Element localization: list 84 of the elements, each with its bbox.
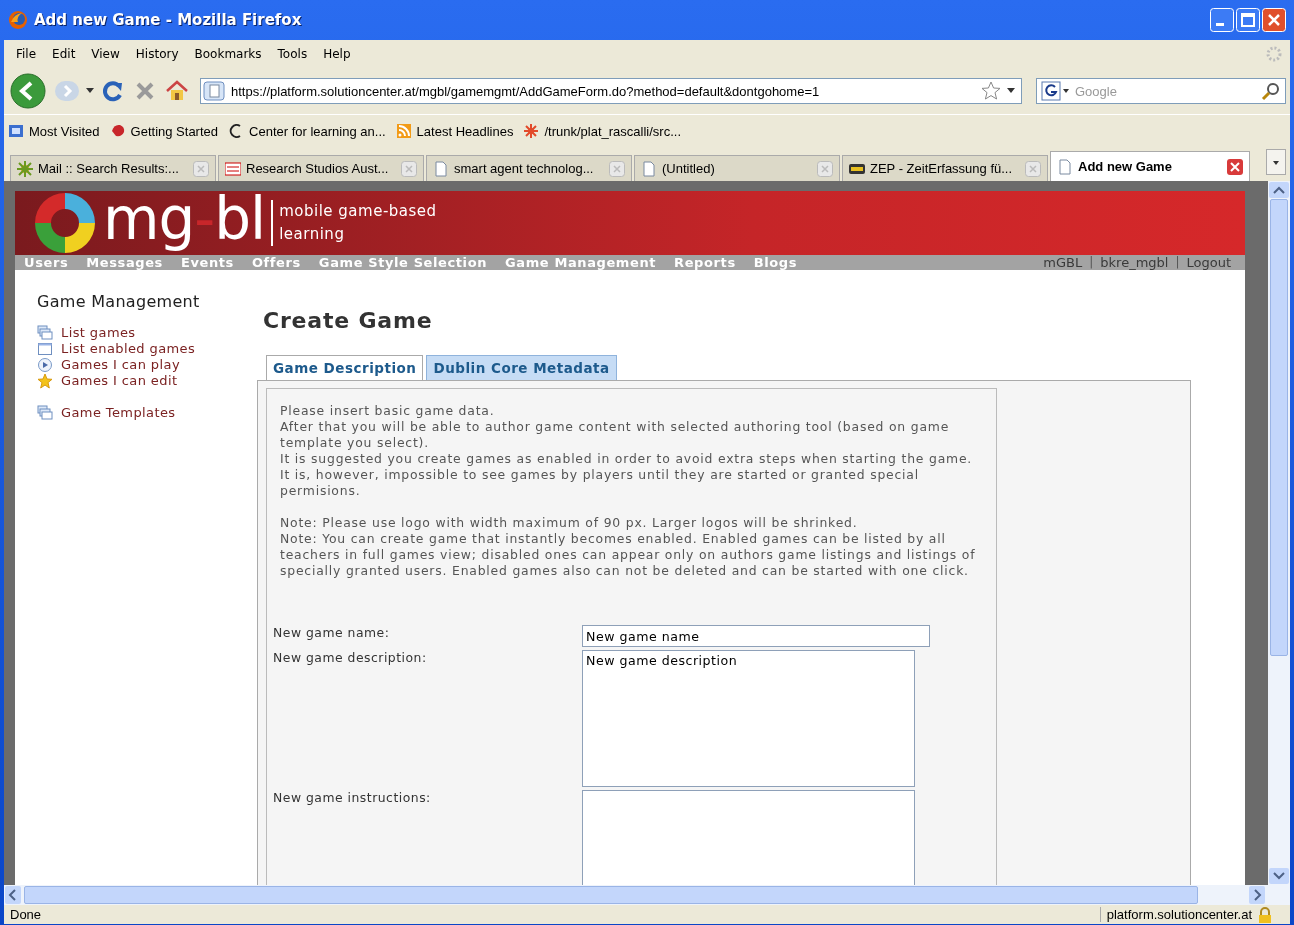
back-button[interactable] bbox=[8, 73, 48, 109]
status-text: Done bbox=[10, 907, 42, 922]
logo-ring-icon bbox=[33, 191, 97, 255]
sidebar-title: Game Management bbox=[37, 292, 201, 311]
browser-tab[interactable]: smart agent technolog... bbox=[426, 155, 632, 181]
rss-feed-icon bbox=[395, 123, 412, 139]
search-engine-icon[interactable] bbox=[1041, 81, 1071, 101]
user-link[interactable]: bkre_mgbl bbox=[1100, 255, 1169, 270]
firefox-icon bbox=[8, 10, 28, 30]
sidebar-link[interactable]: Games I can play bbox=[37, 357, 257, 373]
browser-tab[interactable]: Mail :: Search Results:... bbox=[10, 155, 216, 181]
intro-text: It is, however, impossible to see games by players until they are started or granted special permisions. bbox=[280, 467, 920, 499]
page-icon bbox=[433, 160, 449, 177]
status-host: platform.solutioncenter.at bbox=[1099, 907, 1258, 922]
close-icon[interactable] bbox=[1227, 158, 1243, 175]
scrollbar-thumb[interactable] bbox=[24, 886, 1198, 904]
field-label: New game instructions: bbox=[273, 790, 432, 807]
scroll-down-button[interactable] bbox=[1268, 867, 1290, 885]
note-text: Note: Please use logo with width maximum of 90 px. Larger logos will be shrinked. bbox=[280, 515, 859, 531]
field-label: New game description: bbox=[273, 650, 428, 667]
menu-item[interactable]: Bookmarks bbox=[188, 45, 268, 63]
scrollbar-thumb[interactable] bbox=[1270, 199, 1288, 656]
star-icon[interactable] bbox=[981, 81, 1001, 101]
browser-tab[interactable]: Research Studios Aust... bbox=[218, 155, 424, 181]
page-icon bbox=[641, 160, 657, 177]
note-text: Note: You can create game that instantly becomes enabled. Enabled games can be listed by all teachers in full games view; disabled ones can appear only on authors game listings and listings of specially granted users. Enabled games also can not be deleted and can be started with one click. bbox=[280, 531, 977, 579]
window-title: Add new Game - Mozilla Firefox bbox=[34, 11, 303, 29]
bookmark-link[interactable]: Most Visited bbox=[8, 123, 100, 139]
form-tab[interactable]: Dublin Core Metadata bbox=[426, 355, 617, 380]
scroll-right-button[interactable] bbox=[1248, 885, 1266, 905]
window-icon bbox=[37, 341, 53, 357]
close-button[interactable] bbox=[1262, 8, 1286, 32]
intro-text: It is suggested you create games as enabled in order to avoid extra steps when starting the game. bbox=[280, 451, 974, 467]
sidebar-link[interactable]: List enabled games bbox=[37, 341, 257, 357]
minimize-button[interactable] bbox=[1210, 8, 1234, 32]
text-area[interactable]: New game description bbox=[582, 650, 915, 787]
play-icon bbox=[37, 357, 53, 373]
intro-text: Please insert basic game data. bbox=[280, 403, 496, 419]
sidebar-link[interactable]: List games bbox=[37, 325, 257, 341]
gear-icon bbox=[17, 160, 33, 177]
bookmark-link[interactable]: Center for learning an... bbox=[228, 123, 386, 139]
scroll-up-button[interactable] bbox=[1268, 181, 1290, 199]
bookmarks-folder-icon bbox=[8, 123, 24, 139]
menu-item[interactable]: Tools bbox=[271, 45, 314, 63]
page-icon bbox=[1057, 158, 1073, 175]
separator: | bbox=[1175, 255, 1180, 270]
logo-text: mg-bl bbox=[103, 185, 266, 253]
pages-icon bbox=[37, 325, 53, 341]
page-heading: Create Game bbox=[263, 308, 434, 333]
tagline: mobile game-based learning bbox=[271, 200, 437, 246]
bookmark-icon bbox=[109, 123, 126, 139]
maximize-button[interactable] bbox=[1236, 8, 1260, 32]
tab-list-button[interactable] bbox=[1266, 149, 1286, 175]
bookmark-link[interactable]: Latest Headlines bbox=[395, 123, 514, 139]
page-icon bbox=[203, 81, 225, 101]
dropdown-arrow-icon[interactable] bbox=[1007, 88, 1015, 94]
star-icon bbox=[37, 373, 53, 389]
sidebar-link[interactable]: Game Templates bbox=[37, 405, 257, 421]
browser-tab[interactable]: (Untitled) bbox=[634, 155, 840, 181]
menu-item[interactable]: File bbox=[10, 45, 43, 63]
browser-tab[interactable]: ZEP - ZeitErfassung fü... bbox=[842, 155, 1048, 181]
sidebar-link[interactable]: Games I can edit bbox=[37, 373, 257, 389]
form-tab[interactable]: Game Description bbox=[266, 355, 424, 381]
menu-item[interactable]: Edit bbox=[46, 45, 82, 63]
separator: | bbox=[1089, 255, 1094, 270]
throbber-icon bbox=[1266, 46, 1282, 62]
bookmark-link[interactable]: Getting Started bbox=[109, 123, 219, 139]
pages-icon bbox=[37, 405, 53, 421]
lock-icon bbox=[1258, 906, 1272, 923]
intro-text: After that you will be able to author game content with selected authoring tool (based on game template you select). bbox=[280, 419, 951, 451]
search-icon[interactable] bbox=[1261, 81, 1281, 101]
bookmark-link[interactable]: /trunk/plat_rascalli/src... bbox=[523, 123, 681, 139]
menu-item[interactable]: Help bbox=[317, 45, 357, 63]
menu-item[interactable]: History bbox=[129, 45, 185, 63]
menu-item[interactable]: View bbox=[85, 45, 126, 63]
bookmark-icon bbox=[523, 123, 540, 139]
field-label: New game name: bbox=[273, 625, 391, 642]
address-field[interactable]: https://platform.solutioncenter.at/mgbl/gamemgmt/AddGameForm.do?method=default&dontgohome=1 bbox=[200, 78, 1022, 104]
browser-tab[interactable]: Add new Game bbox=[1050, 151, 1250, 181]
scroll-left-button[interactable] bbox=[4, 885, 22, 905]
user-link[interactable]: mGBL bbox=[1043, 255, 1083, 270]
user-link[interactable]: Logout bbox=[1186, 255, 1231, 270]
dropdown-arrow-icon[interactable] bbox=[86, 88, 94, 94]
text-field[interactable]: New game name bbox=[582, 625, 930, 647]
